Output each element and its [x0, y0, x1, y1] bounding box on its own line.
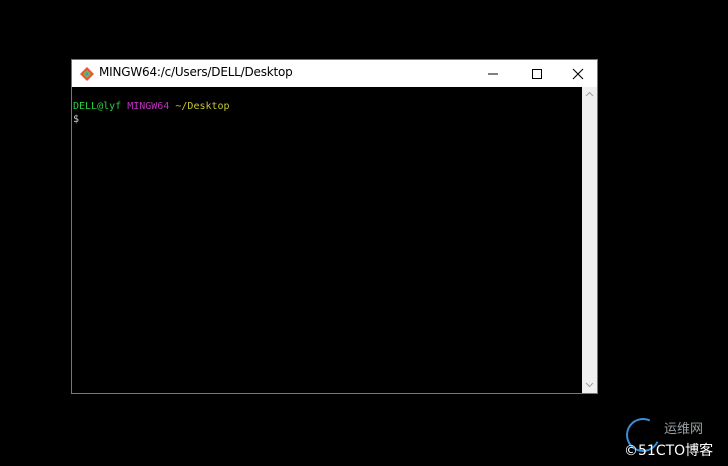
minimize-icon — [488, 73, 498, 75]
window-title: MINGW64:/c/Users/DELL/Desktop — [99, 65, 293, 79]
git-diamond-icon — [79, 66, 95, 82]
prompt-system: MINGW64 — [127, 101, 170, 112]
chevron-up-icon — [585, 91, 594, 97]
terminal-window[interactable]: MINGW64:/c/Users/DELL/Desktop DELL@lyf M… — [71, 59, 598, 394]
prompt-path: ~/Desktop — [175, 101, 230, 112]
maximize-button[interactable] — [516, 60, 558, 87]
watermark-top-text: 运维网 — [664, 422, 704, 437]
prompt-symbol: $ — [73, 114, 80, 125]
chevron-down-icon — [585, 382, 594, 388]
maximize-icon — [532, 69, 542, 79]
scroll-down-button[interactable] — [582, 378, 597, 393]
prompt-line: DELL@lyf MINGW64 ~/Desktop — [73, 100, 582, 113]
watermark-bottom-text: ©51CTO博客 — [624, 443, 714, 459]
minimize-button[interactable] — [472, 60, 514, 87]
close-button[interactable] — [557, 60, 599, 87]
title-bar[interactable]: MINGW64:/c/Users/DELL/Desktop — [72, 60, 597, 87]
terminal-output[interactable]: DELL@lyf MINGW64 ~/Desktop $ — [72, 87, 582, 393]
prompt-user: DELL@lyf — [73, 101, 122, 112]
scroll-up-button[interactable] — [582, 87, 597, 102]
vertical-scrollbar[interactable] — [582, 87, 597, 393]
command-line[interactable]: $ — [73, 113, 582, 126]
close-icon — [572, 68, 584, 80]
watermark: 运维网 ©51CTO博客 — [620, 413, 728, 466]
